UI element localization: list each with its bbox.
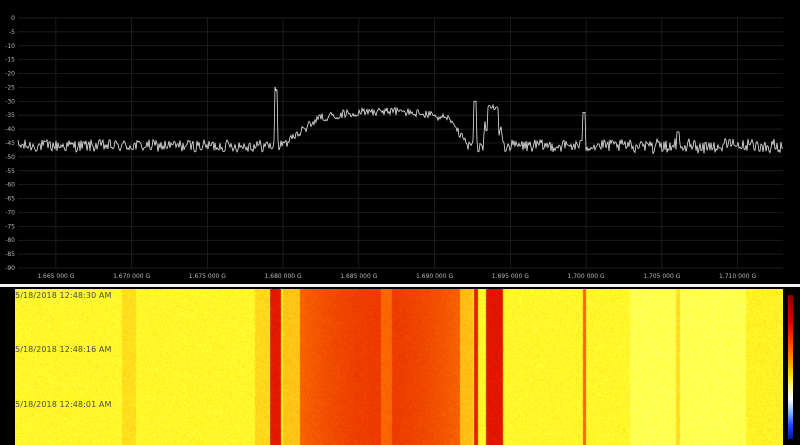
x-tick-label: 1.690 000 G (416, 273, 453, 280)
y-tick-label: -90 (5, 265, 15, 272)
x-tick-label: 1.670 000 G (113, 273, 150, 280)
y-tick-label: -45 (5, 140, 15, 147)
y-tick-label: -25 (5, 84, 15, 91)
y-tick-label: -5 (9, 29, 15, 36)
y-tick-label: 0 (11, 15, 15, 22)
waterfall-panel[interactable]: 5/18/2018 12:48:30 AM 5/18/2018 12:48:16… (0, 287, 800, 445)
x-axis-labels: 1.665 000 G 1.670 000 G 1.675 000 G 1.680 0… (37, 273, 756, 280)
color-scale-bar (788, 295, 793, 439)
x-tick-label: 1.680 000 G (265, 273, 302, 280)
waterfall-timestamp: 5/18/2018 12:48:01 AM (15, 400, 112, 409)
y-axis-labels: 0 -5 -10 -15 -20 -25 -30 -35 -40 -45 -50 -55 -60 -65 -… (5, 15, 15, 272)
y-tick-label: -30 (5, 98, 15, 105)
x-tick-label: 1.695 000 G (492, 273, 529, 280)
spectrum-chart: 0 -5 -10 -15 -20 -25 -30 -35 -40 -45 -50 -55 -60 -65 -… (5, 15, 784, 280)
spectrum-analyzer-view: 0 -5 -10 -15 -20 -25 -30 -35 -40 -45 -50 -55 -60 -65 -… (0, 0, 800, 445)
y-tick-label: -55 (5, 168, 15, 175)
waterfall-display (15, 289, 783, 445)
x-tick-label: 1.710 000 G (719, 273, 756, 280)
y-tick-label: -20 (5, 71, 15, 78)
y-tick-label: -10 (5, 43, 15, 50)
waterfall-timestamp: 5/18/2018 12:48:30 AM (15, 291, 112, 300)
x-tick-label: 1.700 000 G (568, 273, 605, 280)
spectrum-trace (17, 86, 784, 155)
spectrum-plot[interactable]: 0 -5 -10 -15 -20 -25 -30 -35 -40 -45 -50 -55 -60 -65 -… (0, 0, 800, 284)
x-tick-label: 1.675 000 G (189, 273, 226, 280)
grid-lines (18, 17, 783, 269)
y-tick-label: -85 (5, 251, 15, 258)
y-tick-label: -50 (5, 154, 15, 161)
y-tick-label: -40 (5, 126, 15, 133)
y-tick-label: -15 (5, 57, 15, 64)
waterfall-timestamp: 5/18/2018 12:48:16 AM (15, 345, 112, 354)
y-tick-label: -75 (5, 223, 15, 230)
y-tick-label: -60 (5, 182, 15, 189)
y-tick-label: -65 (5, 196, 15, 203)
x-tick-label: 1.685 000 G (340, 273, 377, 280)
y-tick-label: -35 (5, 112, 15, 119)
x-tick-label: 1.705 000 G (643, 273, 680, 280)
y-tick-label: -80 (5, 237, 15, 244)
x-tick-label: 1.665 000 G (37, 273, 74, 280)
y-tick-label: -70 (5, 209, 15, 216)
